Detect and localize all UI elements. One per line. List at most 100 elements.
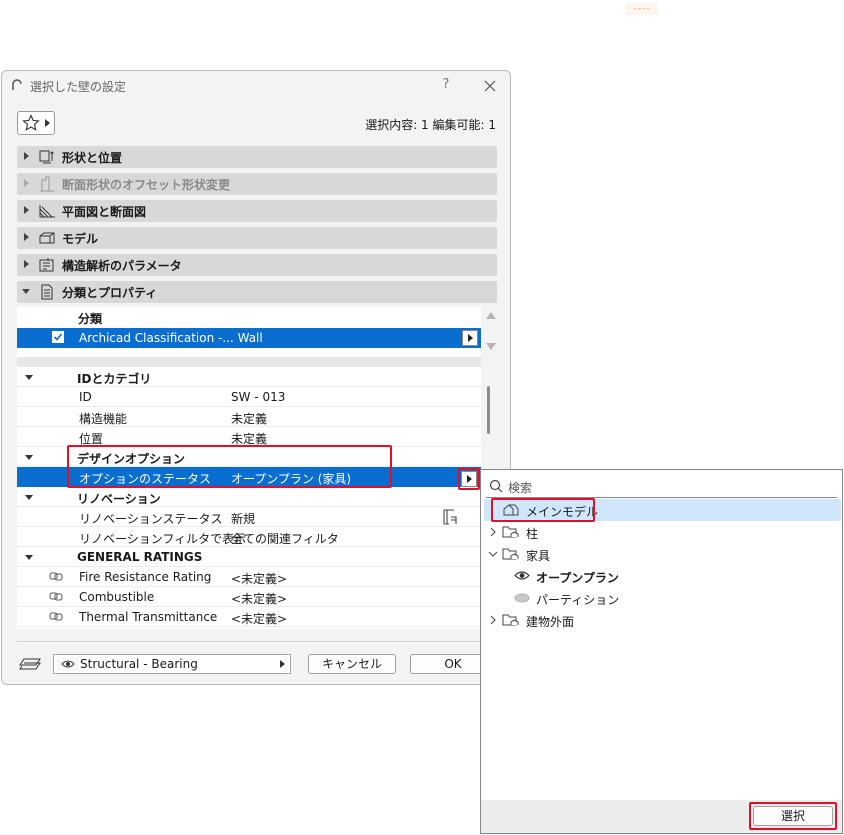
selection-info: 選択内容: 1 編集可能: 1 — [365, 118, 496, 132]
panel-classification-properties[interactable]: 分類とプロパティ — [17, 281, 497, 303]
group-id-category[interactable]: IDとカテゴリ — [17, 367, 481, 387]
help-button[interactable]: ? — [438, 77, 454, 95]
chevron-right-icon — [280, 660, 285, 668]
chevron-down-icon — [25, 375, 33, 380]
design-option-popup: 検索 メインモデル 柱 家具 オープンプラン パーティション 建物外面 選択 — [480, 469, 843, 834]
chevron-down-icon[interactable] — [488, 549, 498, 559]
group-label: リノベーション — [77, 492, 161, 506]
check-icon — [53, 333, 63, 341]
splitter[interactable] — [17, 357, 481, 367]
property-value: SW - 013 — [231, 390, 286, 404]
panel-profile-offset: 断面形状のオフセット形状変更 — [17, 173, 497, 195]
scroll-up-icon[interactable] — [486, 312, 496, 319]
classification-menu-button[interactable] — [462, 330, 478, 346]
link-icon — [49, 592, 63, 601]
group-label: IDとカテゴリ — [77, 372, 152, 386]
tree-item-label: 家具 — [526, 549, 551, 563]
tree-item-pillar[interactable]: 柱 — [484, 521, 841, 543]
tree-item-label: 柱 — [526, 527, 539, 541]
panel-structural-analysis[interactable]: 構造解析のパラメータ — [17, 254, 497, 276]
chevron-right-icon[interactable] — [488, 527, 498, 537]
layer-select[interactable]: Structural - Bearing — [53, 654, 291, 674]
tree-item-label: オープンプラン — [536, 571, 619, 585]
classification-list: 分類 Archicad Classification -... Wall — [17, 307, 481, 357]
chevron-down-icon — [22, 289, 30, 294]
tree-item-partition[interactable]: パーティション — [484, 587, 841, 609]
tree-item-label: パーティション — [536, 593, 620, 607]
chevron-down-icon — [25, 555, 33, 560]
table-row[interactable]: Combustible <未定義> — [17, 587, 481, 607]
decorative-dashes: ---- — [626, 3, 658, 15]
structural-analysis-icon — [39, 258, 54, 272]
property-key: Fire Resistance Rating — [79, 570, 212, 584]
property-value: 未定義 — [231, 412, 268, 426]
property-key: Combustible — [79, 590, 155, 604]
panel-shape-position[interactable]: 形状と位置 — [17, 146, 497, 168]
classification-header: 分類 — [17, 307, 481, 327]
property-key: 構造機能 — [79, 412, 128, 426]
group-renovation[interactable]: リノベーション — [17, 487, 481, 507]
property-value: 新規 — [231, 512, 256, 526]
chevron-right-icon — [24, 179, 29, 187]
chevron-right-icon — [24, 233, 29, 241]
property-key: ID — [79, 390, 92, 404]
table-row[interactable]: Thermal Transmittance <未定義> — [17, 607, 481, 627]
eye-icon — [514, 571, 530, 580]
table-row[interactable]: リノベーションフィルタで表示 全ての関連フィルタ — [17, 527, 481, 547]
highlight-box — [458, 468, 480, 490]
renovation-icon — [443, 509, 457, 525]
tree-item-open-plan[interactable]: オープンプラン — [484, 565, 841, 587]
dialog-title: 選択した壁の設定 — [30, 80, 127, 94]
chevron-down-icon — [25, 455, 33, 460]
panel-label: モデル — [62, 232, 99, 246]
panel-model[interactable]: モデル — [17, 227, 497, 249]
chevron-right-icon — [24, 206, 29, 214]
table-row[interactable]: 位置 未定義 — [17, 427, 481, 447]
highlight-box — [491, 498, 595, 522]
checkbox[interactable] — [52, 331, 64, 343]
tree-item-label: 建物外面 — [526, 615, 575, 629]
close-icon[interactable] — [480, 76, 500, 96]
panel-floorplan-section[interactable]: 平面図と断面図 — [17, 200, 497, 222]
folder-icon — [502, 526, 519, 538]
highlight-box — [67, 445, 392, 488]
classification-header-label: 分類 — [78, 312, 103, 326]
ellipse-icon — [514, 593, 530, 603]
scrollbar-thumb[interactable] — [487, 386, 490, 434]
property-grid: IDとカテゴリ ID SW - 013 構造機能 未定義 位置 未定義 デザイン… — [17, 367, 481, 629]
search-icon — [489, 479, 503, 493]
table-row[interactable]: 構造機能 未定義 — [17, 407, 481, 427]
document-icon — [41, 284, 53, 300]
panel-label: 構造解析のパラメータ — [62, 259, 182, 273]
floorplan-section-icon — [39, 205, 55, 218]
panel-label: 分類とプロパティ — [62, 286, 158, 300]
table-row[interactable]: ID SW - 013 — [17, 387, 481, 407]
link-icon — [49, 572, 63, 581]
panel-label: 形状と位置 — [62, 151, 123, 165]
cancel-button[interactable]: キャンセル — [308, 654, 396, 674]
property-key: リノベーションステータス — [79, 512, 223, 526]
chevron-right-icon[interactable] — [488, 615, 498, 625]
tree-item-exterior[interactable]: 建物外面 — [484, 609, 841, 631]
group-label: GENERAL RATINGS — [77, 550, 203, 564]
layer-icon — [19, 658, 41, 670]
dialog-titlebar: 選択した壁の設定 ? — [2, 71, 510, 101]
property-value: <未定義> — [231, 572, 288, 586]
star-icon — [22, 114, 40, 131]
shape-position-icon — [39, 150, 54, 164]
popup-footer: 選択 — [481, 800, 842, 833]
highlight-box — [749, 802, 837, 830]
table-row[interactable]: Fire Resistance Rating <未定義> — [17, 567, 481, 587]
search-field[interactable]: 検索 — [486, 475, 837, 498]
scroll-down-icon[interactable] — [486, 343, 496, 350]
tree-item-furniture[interactable]: 家具 — [484, 543, 841, 565]
favorites-button[interactable] — [17, 111, 55, 135]
layer-label: Structural - Bearing — [80, 657, 198, 671]
profile-offset-icon — [40, 176, 54, 192]
group-general-ratings[interactable]: GENERAL RATINGS — [17, 547, 481, 567]
property-value: 全ての関連フィルタ — [231, 532, 339, 546]
property-value: <未定義> — [231, 612, 288, 626]
table-row[interactable]: リノベーションステータス 新規 — [17, 507, 481, 527]
chevron-right-icon — [45, 119, 50, 127]
classification-row[interactable]: Archicad Classification -... Wall — [17, 328, 481, 348]
